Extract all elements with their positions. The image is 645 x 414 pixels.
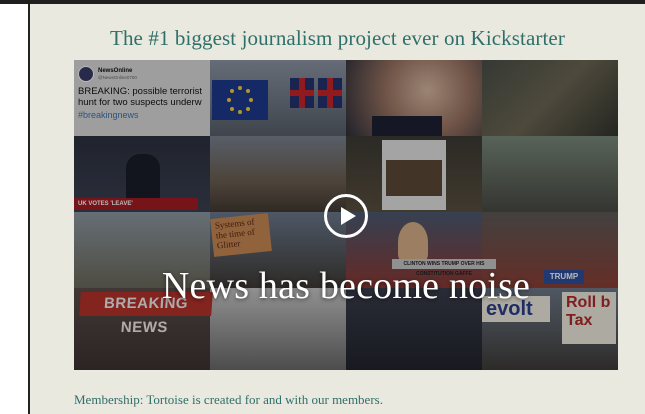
page-title: The #1 biggest journalism project ever o…: [110, 26, 565, 50]
video-overlay-text: News has become noise: [161, 265, 531, 307]
play-icon: [341, 207, 356, 225]
campaign-panel: The #1 biggest journalism project ever o…: [30, 4, 645, 414]
video-player[interactable]: NewsOnline @NewsOnline0700 BREAKING: pos…: [74, 60, 618, 370]
play-button[interactable]: [324, 194, 368, 238]
membership-text: Membership: Tortoise is created for and …: [74, 392, 383, 407]
